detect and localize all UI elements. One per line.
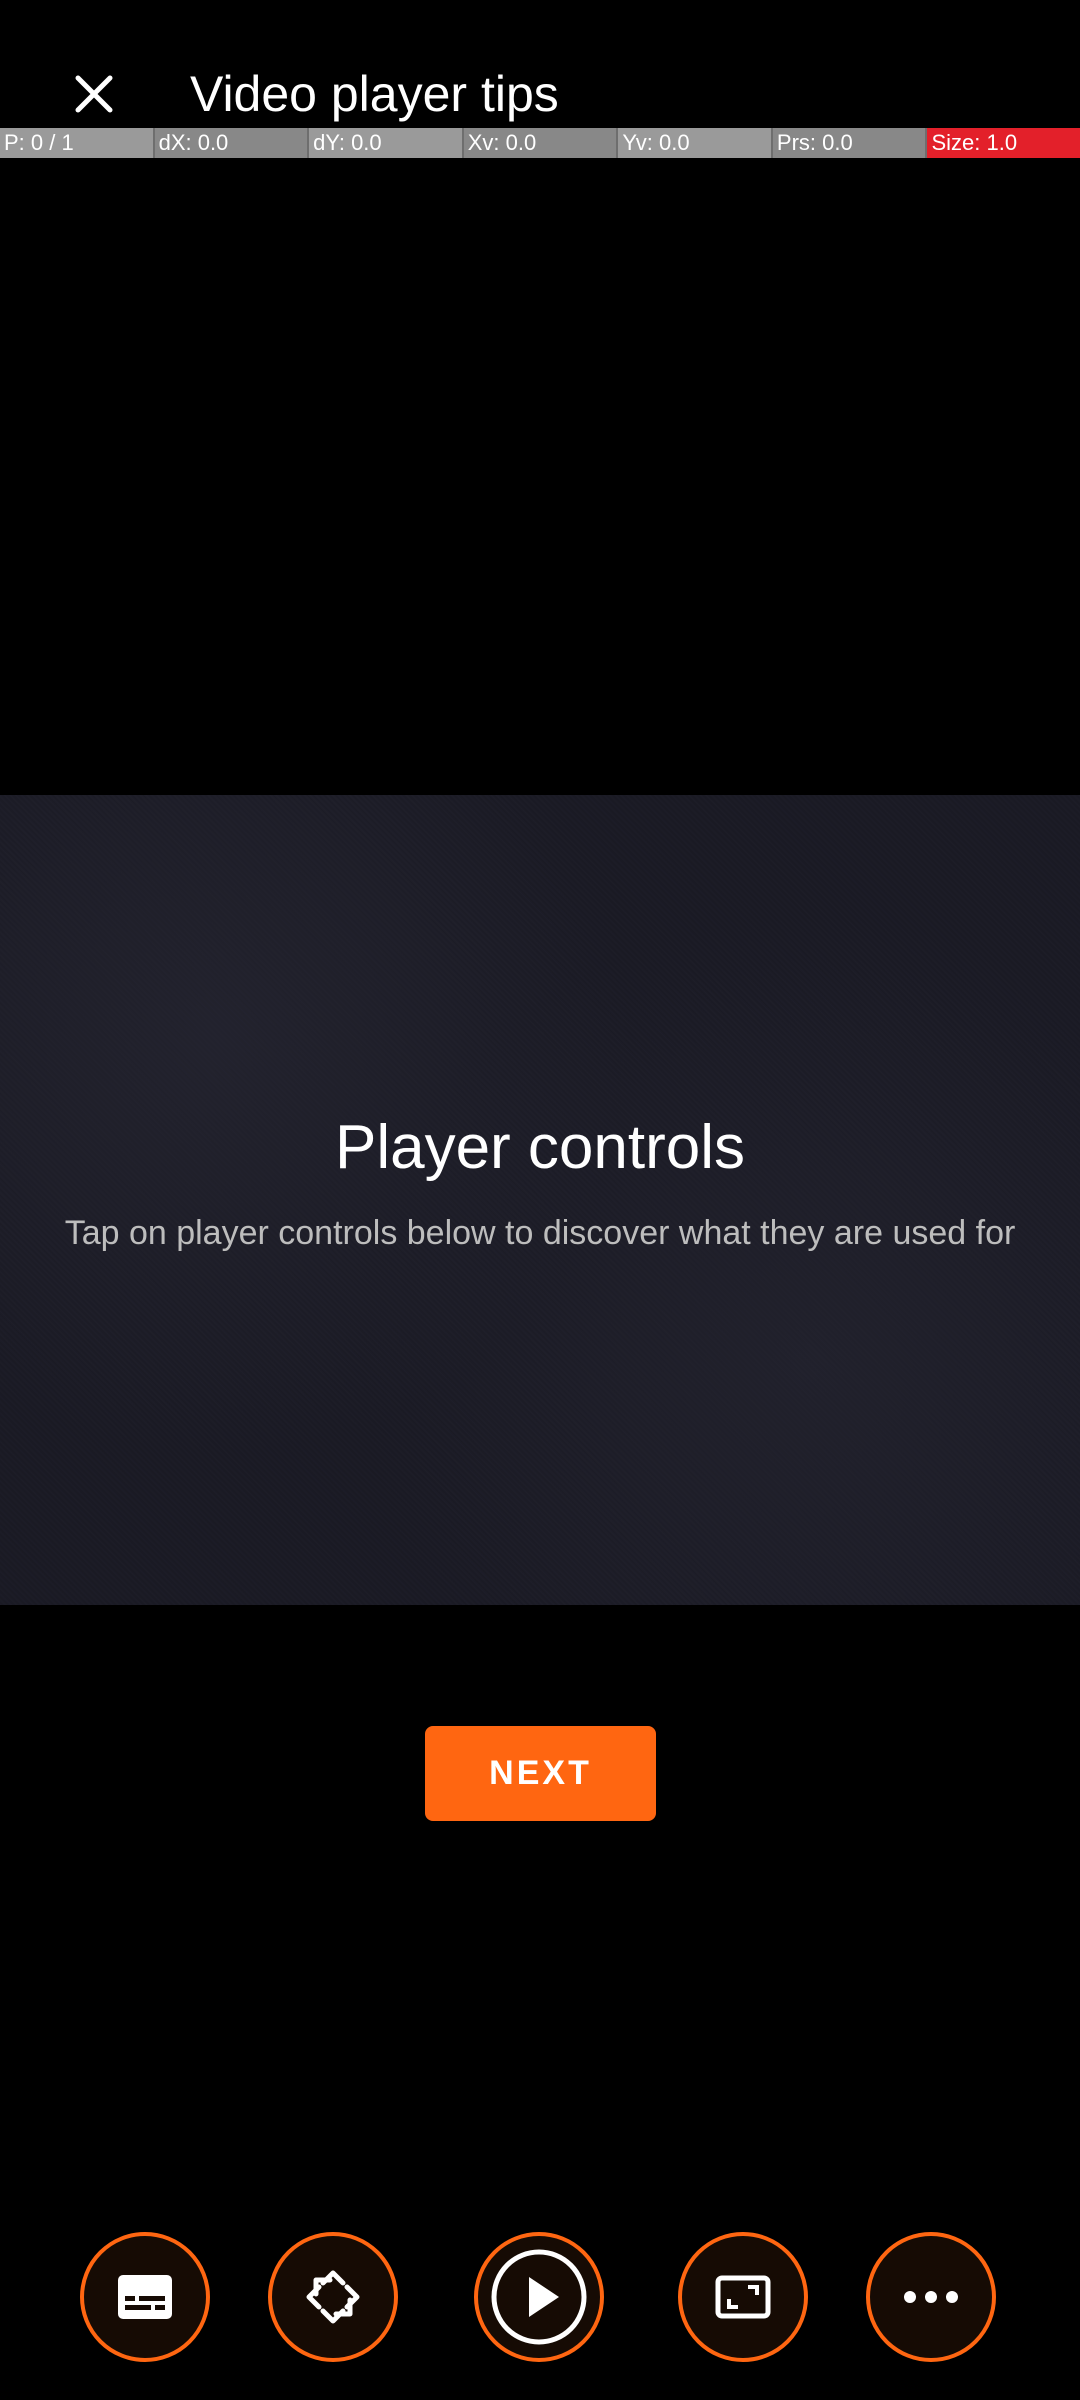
player-controls — [0, 2228, 1080, 2368]
subtitles-icon — [118, 2275, 172, 2319]
debug-size: Size: 1.0 — [927, 128, 1080, 158]
play-button[interactable] — [474, 2232, 604, 2362]
tip-description: Tap on player controls below to discover… — [64, 1214, 1016, 1252]
debug-yv: Yv: 0.0 — [618, 128, 773, 158]
tip-heading: Player controls — [334, 1113, 746, 1182]
more-options-button[interactable] — [866, 2232, 996, 2362]
rotate-screen-icon — [306, 2270, 360, 2324]
video-preview: Player controls Tap on player controls b… — [0, 795, 1080, 1605]
close-button[interactable] — [60, 60, 128, 128]
pointer-debug-bar: P: 0 / 1 dX: 0.0 dY: 0.0 Xv: 0.0 Yv: 0.0… — [0, 128, 1080, 158]
subtitles-button[interactable] — [80, 2232, 210, 2362]
debug-pointer-count: P: 0 / 1 — [0, 128, 155, 158]
debug-pressure: Prs: 0.0 — [772, 128, 928, 158]
video-player-tips-screen: Video player tips P: 0 / 1 dX: 0.0 dY: 0… — [0, 0, 1080, 2400]
more-options-icon — [904, 2291, 958, 2303]
aspect-ratio-button[interactable] — [678, 2232, 808, 2362]
play-icon — [491, 2249, 587, 2345]
page-title: Video player tips — [190, 66, 559, 122]
debug-dx: dX: 0.0 — [154, 128, 310, 158]
rotate-screen-button[interactable] — [268, 2232, 398, 2362]
next-button[interactable]: NEXT — [425, 1726, 656, 1821]
debug-dy: dY: 0.0 — [309, 128, 464, 158]
aspect-ratio-icon — [715, 2275, 771, 2319]
close-icon — [75, 75, 113, 113]
debug-xv: Xv: 0.0 — [463, 128, 619, 158]
